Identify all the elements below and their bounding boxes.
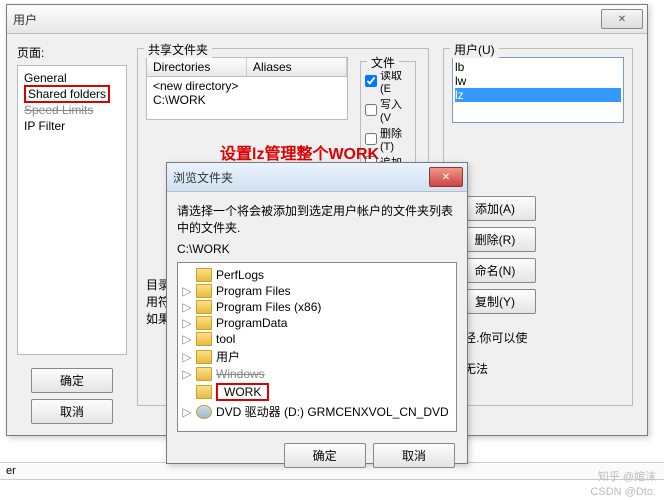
tree-item-speed-limits[interactable]: Speed Limits bbox=[22, 102, 122, 118]
col-aliases[interactable]: Aliases bbox=[247, 58, 347, 76]
folder-row[interactable]: ▷ Program Files bbox=[182, 283, 452, 299]
user-lb[interactable]: lb bbox=[455, 60, 621, 74]
browse-title: 浏览文件夹 bbox=[173, 169, 233, 186]
chevron-icon[interactable]: ▷ bbox=[182, 350, 192, 364]
folder-label: Program Files bbox=[216, 284, 291, 298]
annotation-text: 设置lz管理整个WORK bbox=[220, 140, 379, 164]
browse-close-icon[interactable]: ✕ bbox=[429, 167, 463, 187]
folder-row[interactable]: ▷ ProgramData bbox=[182, 315, 452, 331]
folder-label: WORK bbox=[216, 383, 269, 401]
users-titlebar: 用户 ✕ bbox=[7, 5, 647, 34]
tree-item-ip-filter[interactable]: IP Filter bbox=[22, 118, 122, 134]
user-lz[interactable]: lz bbox=[455, 88, 621, 102]
perm-write[interactable]: 写入(V bbox=[365, 96, 411, 124]
users-list[interactable]: lb lw lz bbox=[452, 57, 624, 123]
user-lw[interactable]: lw bbox=[455, 74, 621, 88]
disc-icon bbox=[196, 405, 212, 419]
browse-instruction: 请选择一个将会被添加到选定用户帐户的文件夹列表中的文件夹. bbox=[177, 202, 457, 236]
folder-icon bbox=[196, 300, 212, 314]
users-title: 用户 bbox=[13, 11, 37, 28]
close-icon[interactable]: ✕ bbox=[601, 9, 643, 29]
users-group: 用户(U) lb lw lz 添加(A) 删除(R) 命名(N) 复制(Y) 路… bbox=[443, 48, 633, 406]
shared-folders-title: 共享文件夹 bbox=[144, 41, 212, 58]
folder-icon bbox=[196, 332, 212, 346]
folder-icon bbox=[196, 316, 212, 330]
chevron-icon[interactable]: ▷ bbox=[182, 405, 192, 419]
folder-tree[interactable]: PerfLogs ▷ Program Files ▷ Program Files (x8… bbox=[177, 262, 457, 432]
col-directories[interactable]: Directories bbox=[147, 58, 247, 76]
folder-row[interactable]: ▷ tool bbox=[182, 331, 452, 347]
folder-label: PerfLogs bbox=[216, 268, 264, 282]
cancel-button[interactable]: 取消 bbox=[31, 399, 113, 424]
folder-row[interactable]: ▷ Windows bbox=[182, 366, 452, 382]
dir-list[interactable]: <new directory> C:\WORK bbox=[146, 77, 348, 120]
browse-dialog: 浏览文件夹 ✕ 请选择一个将会被添加到选定用户帐户的文件夹列表中的文件夹. C:… bbox=[166, 162, 468, 464]
watermark-csdn: CSDN @Dto. bbox=[590, 486, 656, 498]
folder-label: tool bbox=[216, 332, 235, 346]
folder-label: ProgramData bbox=[216, 316, 287, 330]
folder-label: 用户 bbox=[216, 348, 240, 365]
folder-row[interactable]: ▷ DVD 驱动器 (D:) GRMCENXVOL_CN_DVD bbox=[182, 402, 452, 421]
dir-row-work[interactable]: C:\WORK bbox=[153, 93, 341, 107]
chevron-icon[interactable]: ▷ bbox=[182, 284, 192, 298]
page-tree[interactable]: General Shared folders Speed Limits IP F… bbox=[17, 65, 127, 355]
page-label: 页面: bbox=[17, 44, 127, 61]
browse-ok-button[interactable]: 确定 bbox=[284, 443, 366, 468]
folder-icon bbox=[196, 385, 212, 399]
users-group-title: 用户(U) bbox=[450, 41, 499, 58]
folder-row[interactable]: ▷ Program Files (x86) bbox=[182, 299, 452, 315]
chevron-icon[interactable]: ▷ bbox=[182, 367, 192, 381]
browse-cancel-button[interactable]: 取消 bbox=[373, 443, 455, 468]
perm-read[interactable]: 读取(E bbox=[365, 67, 411, 95]
folder-row[interactable]: ▷ 用户 bbox=[182, 347, 452, 366]
folder-label: DVD 驱动器 (D:) GRMCENXVOL_CN_DVD bbox=[216, 403, 449, 420]
folder-row[interactable]: PerfLogs bbox=[182, 267, 452, 283]
tree-item-general[interactable]: General bbox=[22, 70, 122, 86]
chevron-icon[interactable]: ▷ bbox=[182, 332, 192, 346]
folder-label: Program Files (x86) bbox=[216, 300, 321, 314]
folder-label: Windows bbox=[216, 367, 265, 381]
dir-header: Directories Aliases bbox=[146, 57, 348, 77]
tree-item-shared-folders[interactable]: Shared folders bbox=[22, 86, 122, 102]
folder-icon bbox=[196, 350, 212, 364]
dir-row-new[interactable]: <new directory> bbox=[153, 79, 341, 93]
folder-icon bbox=[196, 367, 212, 381]
chevron-icon[interactable]: ▷ bbox=[182, 300, 192, 314]
watermark-zhihu: 知乎 @婠沫 bbox=[598, 468, 656, 484]
ok-button[interactable]: 确定 bbox=[31, 368, 113, 393]
folder-icon bbox=[196, 268, 212, 282]
browse-path: C:\WORK bbox=[177, 242, 457, 256]
page-panel: 页面: General Shared folders Speed Limits … bbox=[17, 44, 127, 427]
folder-icon bbox=[196, 284, 212, 298]
browse-titlebar: 浏览文件夹 ✕ bbox=[167, 163, 467, 192]
chevron-icon[interactable]: ▷ bbox=[182, 316, 192, 330]
folder-row[interactable]: WORK bbox=[182, 382, 452, 402]
